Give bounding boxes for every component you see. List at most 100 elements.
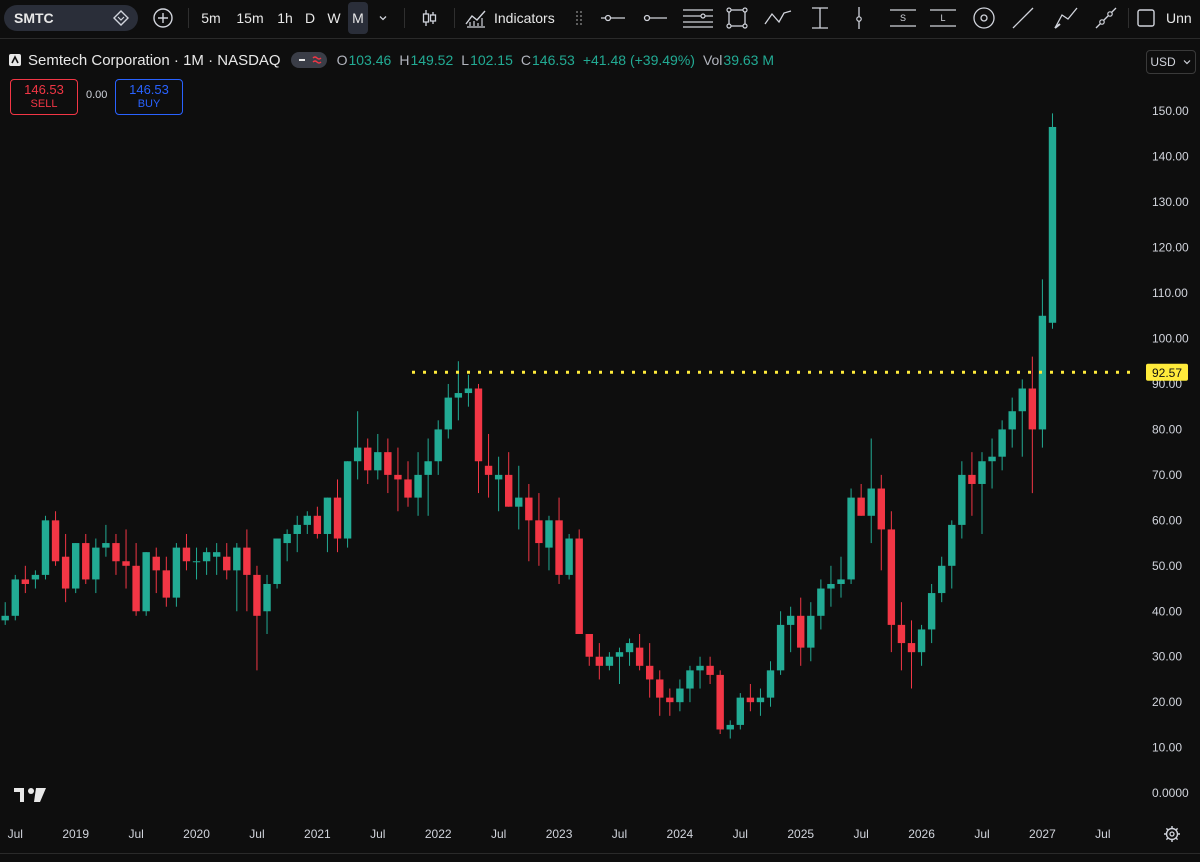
timeframe-week[interactable]: W	[322, 0, 346, 36]
candle[interactable]	[877, 474, 885, 571]
chart-type-button[interactable]	[414, 0, 444, 36]
alert-diamond-icon[interactable]	[112, 9, 130, 27]
candle[interactable]	[927, 583, 936, 644]
candle[interactable]	[61, 533, 70, 603]
candle[interactable]	[907, 620, 916, 689]
candle[interactable]	[374, 433, 382, 480]
candle[interactable]	[807, 602, 815, 662]
candle[interactable]	[31, 570, 40, 589]
candle[interactable]	[948, 520, 956, 589]
timeframe-month[interactable]: M	[348, 2, 368, 34]
candle[interactable]	[938, 556, 946, 603]
candle[interactable]	[706, 656, 714, 684]
timeframe-1h[interactable]: 1h	[272, 0, 298, 36]
l-lines-tool[interactable]: L	[924, 0, 962, 36]
candle[interactable]	[333, 479, 342, 553]
symbol-search-button[interactable]: SMTC	[4, 5, 138, 31]
candle[interactable]	[223, 543, 231, 580]
candle[interactable]	[243, 529, 251, 612]
currency-selector[interactable]: USD	[1146, 50, 1196, 74]
candle[interactable]	[917, 624, 926, 666]
candle[interactable]	[212, 543, 221, 575]
candle[interactable]	[273, 538, 281, 589]
candle[interactable]	[263, 574, 271, 634]
candle[interactable]	[666, 688, 674, 716]
candle[interactable]	[434, 420, 442, 475]
candle[interactable]	[192, 547, 201, 580]
candle[interactable]	[293, 515, 301, 553]
candle[interactable]	[575, 529, 583, 634]
timeframe-5m[interactable]: 5m	[196, 0, 226, 36]
candle[interactable]	[343, 461, 352, 548]
candle[interactable]	[71, 543, 80, 594]
candle[interactable]	[112, 533, 120, 575]
candle[interactable]	[122, 529, 130, 589]
candle[interactable]	[142, 552, 150, 616]
candle[interactable]	[102, 524, 110, 557]
candle[interactable]	[867, 438, 875, 544]
candle[interactable]	[786, 606, 795, 653]
price-axis[interactable]: 150.00140.00130.00120.00110.00100.0090.0…	[1152, 104, 1189, 800]
candle[interactable]	[162, 556, 171, 607]
candle[interactable]	[797, 597, 805, 666]
horizontal-ray-tool[interactable]	[596, 0, 630, 36]
candle[interactable]	[615, 647, 624, 684]
candle[interactable]	[384, 438, 392, 494]
timeframe-15m[interactable]: 15m	[232, 0, 268, 36]
candle[interactable]	[625, 638, 634, 666]
candle[interactable]	[1008, 397, 1016, 448]
candle[interactable]	[82, 533, 90, 584]
candle[interactable]	[414, 452, 422, 516]
candle[interactable]	[11, 574, 19, 621]
candle[interactable]	[172, 543, 181, 607]
candle[interactable]	[353, 411, 362, 480]
candle[interactable]	[182, 533, 191, 571]
candle[interactable]	[21, 565, 30, 594]
candle[interactable]	[394, 447, 402, 512]
trend-line-tool[interactable]	[1006, 0, 1040, 36]
candle[interactable]	[1, 602, 9, 625]
candle[interactable]	[645, 643, 654, 698]
candle[interactable]	[827, 565, 835, 607]
horizontal-line-tool[interactable]	[638, 0, 672, 36]
candle[interactable]	[444, 383, 452, 439]
brush-tool[interactable]	[1048, 0, 1084, 36]
candle[interactable]	[565, 533, 573, 580]
candle[interactable]	[404, 461, 412, 507]
candle[interactable]	[545, 515, 553, 571]
candle[interactable]	[837, 556, 845, 598]
candle[interactable]	[958, 461, 966, 539]
candle[interactable]	[92, 538, 100, 594]
candle[interactable]	[635, 633, 644, 671]
vertical-line-tool[interactable]	[846, 0, 872, 36]
candle[interactable]	[847, 488, 855, 584]
candle[interactable]	[505, 452, 513, 507]
candle[interactable]	[233, 543, 241, 612]
candle[interactable]	[454, 361, 463, 421]
candle[interactable]	[605, 652, 614, 671]
candle[interactable]	[776, 611, 785, 675]
candle[interactable]	[988, 438, 996, 489]
buy-button[interactable]: 146.53 BUY	[115, 79, 183, 115]
candle[interactable]	[585, 633, 593, 666]
legend-toggle[interactable]	[290, 52, 327, 68]
candle[interactable]	[51, 511, 60, 566]
add-compare-button[interactable]	[148, 0, 178, 36]
candle[interactable]	[887, 511, 896, 653]
candle[interactable]	[998, 420, 1006, 471]
candle[interactable]	[1048, 113, 1057, 329]
timeframe-day[interactable]: D	[300, 0, 320, 36]
trend-segment-tool[interactable]	[1090, 0, 1122, 36]
candle[interactable]	[525, 483, 533, 562]
candle[interactable]	[303, 511, 311, 534]
candle[interactable]	[696, 656, 704, 689]
candle[interactable]	[726, 720, 734, 739]
candle[interactable]	[676, 679, 684, 712]
candle[interactable]	[656, 670, 664, 716]
candle[interactable]	[535, 493, 543, 566]
timeframe-menu-button[interactable]	[372, 0, 394, 36]
candle[interactable]	[132, 543, 140, 616]
candle[interactable]	[686, 665, 694, 703]
drag-handle[interactable]	[572, 0, 586, 36]
candle[interactable]	[313, 506, 322, 539]
